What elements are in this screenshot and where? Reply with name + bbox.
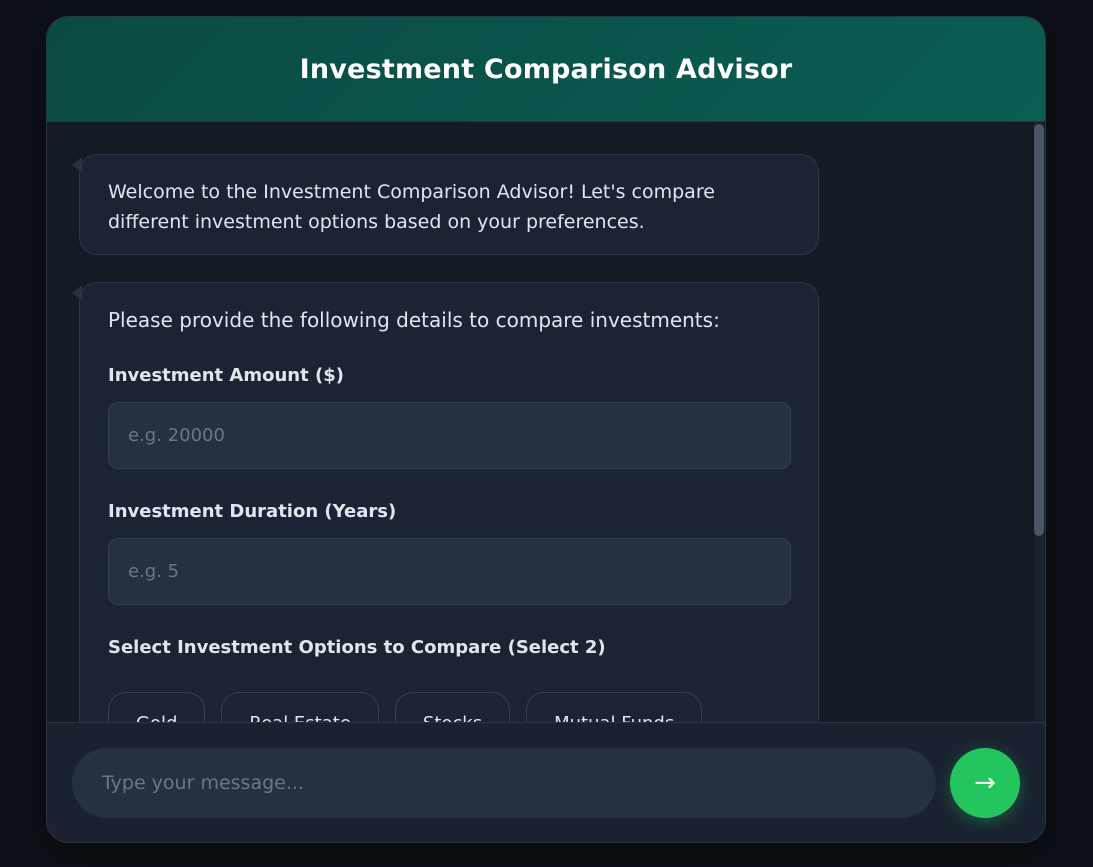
option-stocks-button[interactable]: Stocks — [394, 692, 511, 722]
option-gold-button[interactable]: Gold — [108, 692, 206, 722]
duration-label: Investment Duration (Years) — [108, 501, 397, 522]
bot-message-welcome: Welcome to the Investment Comparison Adv… — [72, 154, 819, 255]
options-label: Select Investment Options to Compare (Se… — [108, 637, 606, 658]
investment-options: Gold Real Estate Stocks Mutual Funds — [108, 692, 790, 722]
option-mutual-funds-button[interactable]: Mutual Funds — [526, 692, 703, 722]
duration-field-wrapper — [108, 538, 791, 605]
composer-bar: → — [47, 722, 1045, 842]
duration-input[interactable] — [109, 539, 790, 604]
message-input-wrapper — [72, 748, 936, 818]
option-real-estate-button[interactable]: Real Estate — [221, 692, 379, 722]
message-input[interactable] — [72, 748, 936, 818]
scrollbar-thumb[interactable] — [1034, 124, 1044, 536]
send-button[interactable]: → — [950, 748, 1020, 818]
chat-window: Investment Comparison Advisor Welcome to… — [46, 16, 1046, 843]
arrow-right-icon: → — [974, 768, 996, 798]
form-intro-text: Please provide the following details to … — [108, 308, 720, 332]
welcome-text: Welcome to the Investment Comparison Adv… — [108, 181, 715, 233]
amount-label: Investment Amount ($) — [108, 365, 344, 386]
chat-header: Investment Comparison Advisor — [47, 17, 1045, 122]
amount-field-wrapper — [108, 402, 791, 469]
amount-input[interactable] — [109, 403, 790, 468]
app-title: Investment Comparison Advisor — [299, 53, 793, 85]
bot-message-form: Please provide the following details to … — [72, 282, 819, 722]
message-list[interactable]: Welcome to the Investment Comparison Adv… — [47, 122, 1045, 722]
